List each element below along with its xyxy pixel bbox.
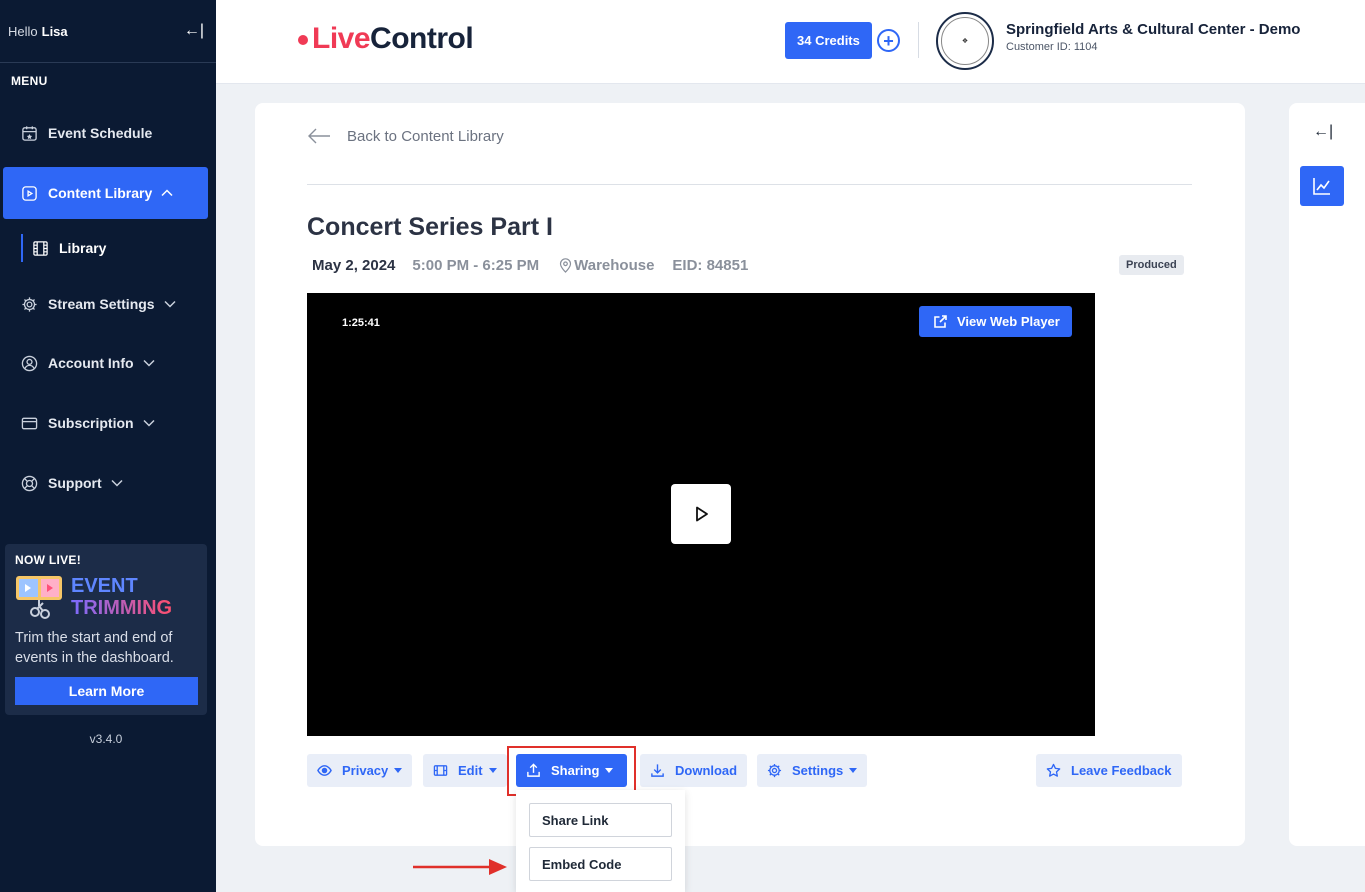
external-link-icon xyxy=(934,315,947,328)
video-duration: 1:25:41 xyxy=(342,317,380,329)
sidebar-item-label: Stream Settings xyxy=(48,296,155,312)
settings-button[interactable]: Settings xyxy=(757,754,868,787)
sidebar-item-event-schedule[interactable]: Event Schedule xyxy=(3,107,208,159)
video-player[interactable]: 1:25:41 View Web Player xyxy=(307,293,1095,736)
sidebar-item-stream-settings[interactable]: Stream Settings xyxy=(3,278,208,330)
analytics-button[interactable] xyxy=(1300,166,1344,206)
scissors-film-icon xyxy=(15,573,63,621)
edit-button[interactable]: Edit xyxy=(423,754,507,787)
sharing-highlight-box xyxy=(507,746,636,796)
promo-title-line2: TRIMMING xyxy=(71,597,173,619)
sidebar-item-label: Subscription xyxy=(48,415,134,431)
chevron-down-icon xyxy=(110,476,124,490)
header-divider xyxy=(918,22,919,58)
promo-card: NOW LIVE! EVENT TRIMMING Trim the start … xyxy=(5,544,207,715)
film-edit-icon xyxy=(433,765,448,776)
play-button[interactable] xyxy=(671,484,731,544)
promo-title-line1: EVENT xyxy=(71,575,138,597)
back-label: Back to Content Library xyxy=(347,127,504,145)
event-meta: May 2, 2024 5:00 PM - 6:25 PM Warehouse … xyxy=(312,257,748,274)
sidebar-subitem-library[interactable]: Library xyxy=(21,234,106,262)
org-name: Springfield Arts & Cultural Center - Dem… xyxy=(1006,21,1301,38)
sidebar-item-content-library[interactable]: Content Library xyxy=(3,167,208,219)
event-detail-card: Back to Content Library Concert Series P… xyxy=(255,103,1245,846)
app-version: v3.4.0 xyxy=(89,732,123,746)
divider xyxy=(307,184,1192,185)
caret-down-icon xyxy=(488,768,497,773)
download-icon xyxy=(651,764,664,777)
calendar-star-icon xyxy=(20,124,38,142)
play-icon xyxy=(696,506,708,522)
gear-icon xyxy=(767,763,782,778)
sharing-dropdown: Share Link Embed Code xyxy=(516,790,685,892)
event-date: May 2, 2024 xyxy=(312,257,396,274)
map-pin-icon xyxy=(560,258,572,273)
event-time: 5:00 PM - 6:25 PM xyxy=(412,257,540,274)
collapse-sidebar-icon[interactable]: ←| xyxy=(184,22,204,40)
arrow-left-icon xyxy=(308,128,330,144)
credits-button[interactable]: 34 Credits xyxy=(785,22,872,59)
sidebar-item-label: Content Library xyxy=(48,185,153,201)
back-link[interactable]: Back to Content Library xyxy=(307,127,504,145)
chevron-down-icon xyxy=(142,356,156,370)
event-id: EID: 84851 xyxy=(672,257,749,274)
sidebar-item-label: Account Info xyxy=(48,355,134,371)
sidebar-item-account-info[interactable]: Account Info xyxy=(3,337,208,389)
chevron-down-icon xyxy=(142,416,156,430)
play-square-icon xyxy=(20,184,38,202)
sidebar: Hello Lisa ←| MENU Event Schedule Content… xyxy=(0,0,216,892)
chevron-up-icon xyxy=(160,186,174,200)
privacy-button[interactable]: Privacy xyxy=(307,754,413,787)
top-header: Live Control 34 Credits + ❖ Springfield A… xyxy=(216,0,1365,84)
status-badge: Produced xyxy=(1119,255,1184,275)
add-credits-icon[interactable]: + xyxy=(877,29,900,52)
leave-feedback-button[interactable]: Leave Feedback xyxy=(1036,754,1182,787)
customer-id: Customer ID: 1104 xyxy=(1006,41,1098,53)
promo-heading: NOW LIVE! xyxy=(15,553,82,567)
annotation-arrow-icon xyxy=(413,859,507,875)
right-panel: ←| xyxy=(1289,103,1365,846)
star-icon xyxy=(1046,763,1061,777)
gear-icon xyxy=(20,295,38,313)
learn-more-button[interactable]: Learn More xyxy=(15,677,198,705)
caret-down-icon xyxy=(849,768,858,773)
user-name: Lisa xyxy=(41,23,68,39)
caret-down-icon xyxy=(394,768,403,773)
line-chart-icon xyxy=(1313,178,1330,195)
event-location: Warehouse xyxy=(559,257,654,274)
user-circle-icon xyxy=(20,354,38,372)
download-button[interactable]: Download xyxy=(640,754,748,787)
view-web-player-button[interactable]: View Web Player xyxy=(919,306,1072,337)
org-seal-icon: ❖ xyxy=(941,17,989,65)
sidebar-item-support[interactable]: Support xyxy=(3,457,208,509)
embed-code-option[interactable]: Embed Code xyxy=(529,847,672,881)
lifebuoy-icon xyxy=(20,474,38,492)
action-bar: Privacy Edit Sharing Download Settings L… xyxy=(307,754,1187,787)
livecontrol-logo[interactable]: Live Control xyxy=(298,22,474,56)
promo-text: Trim the start and end of events in the … xyxy=(15,630,174,666)
eye-icon xyxy=(317,765,332,776)
sidebar-item-label: Event Schedule xyxy=(48,125,153,141)
chevron-down-icon xyxy=(163,297,177,311)
sidebar-item-label: Library xyxy=(59,240,107,256)
share-link-option[interactable]: Share Link xyxy=(529,803,672,837)
greeting: Hello Lisa xyxy=(8,23,68,39)
org-avatar[interactable]: ❖ xyxy=(936,12,994,70)
sidebar-header: Hello Lisa ←| xyxy=(0,0,216,63)
page-title: Concert Series Part I xyxy=(307,213,553,241)
menu-heading: MENU xyxy=(11,74,48,88)
logo-dot-icon xyxy=(298,35,308,45)
sidebar-item-subscription[interactable]: Subscription xyxy=(3,397,208,449)
sidebar-item-label: Support xyxy=(48,475,102,491)
credit-card-icon xyxy=(20,414,38,432)
collapse-panel-icon[interactable]: ←| xyxy=(1313,123,1333,141)
film-icon xyxy=(31,239,49,257)
